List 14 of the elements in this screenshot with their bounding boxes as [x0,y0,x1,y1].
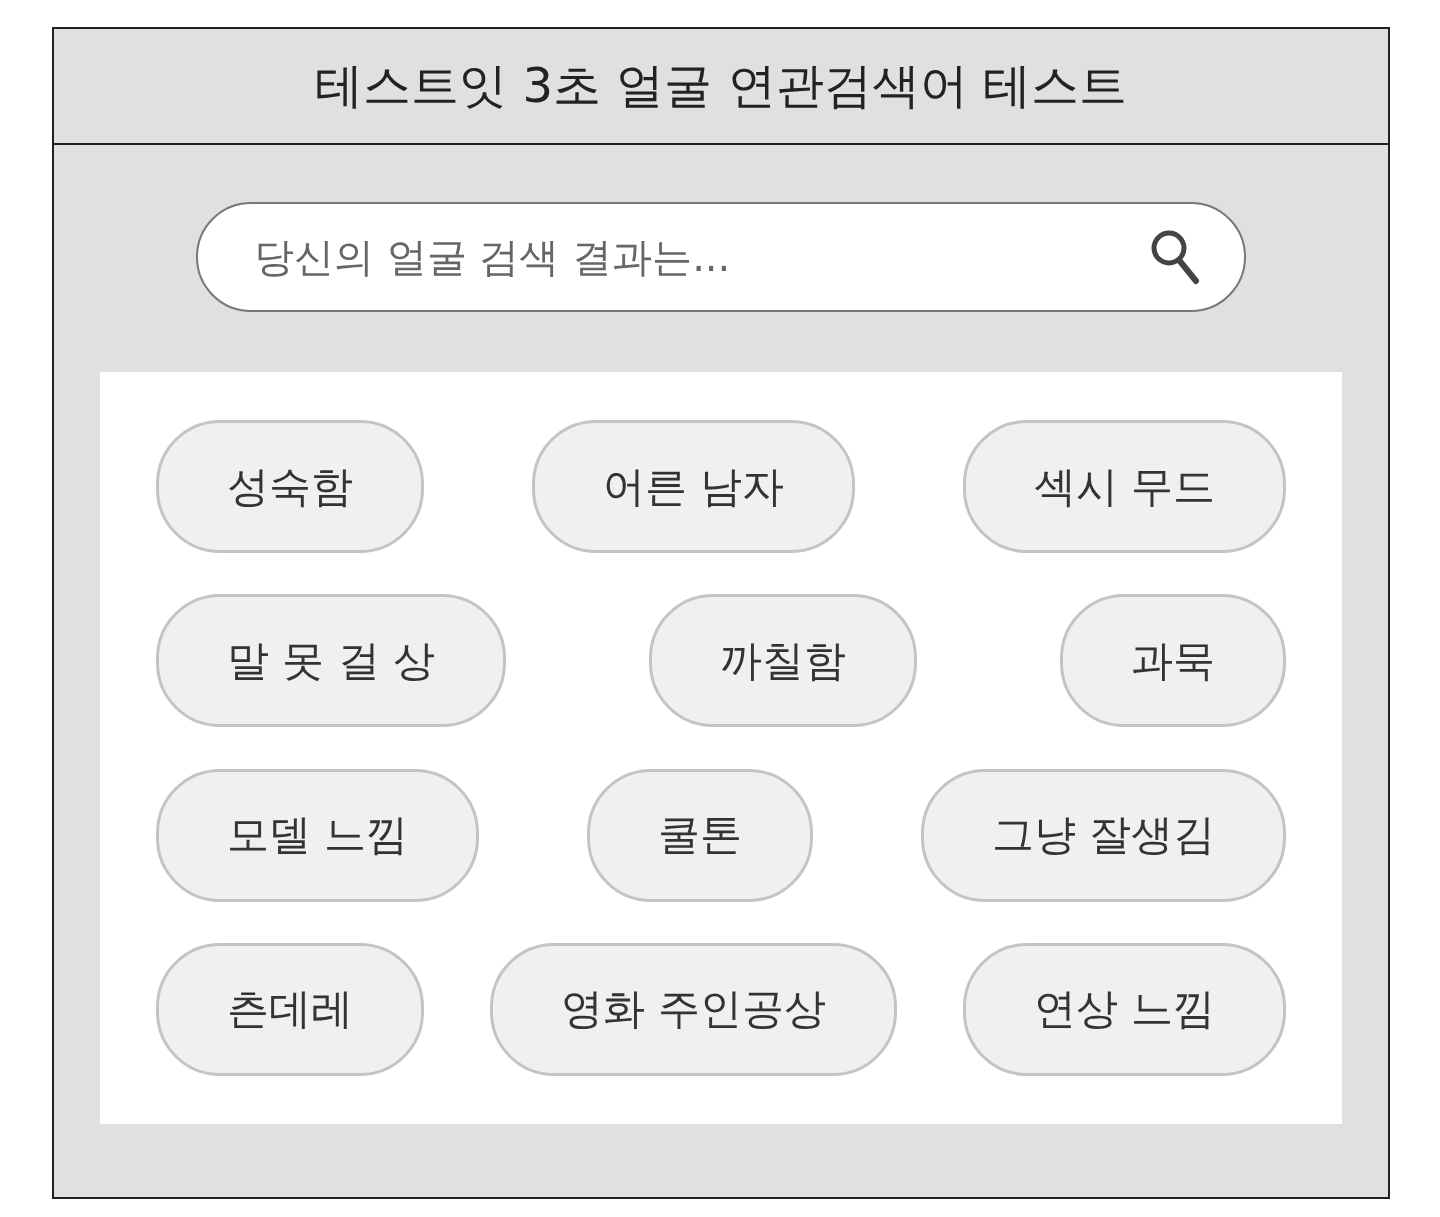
tag-chip[interactable]: 츤데레 [156,943,424,1076]
tag-chip[interactable]: 어른 남자 [531,420,855,553]
tag-chip[interactable]: 까칠함 [649,594,918,728]
tag-chip[interactable]: 말 못 걸 상 [156,594,507,728]
tag-chip[interactable]: 과묵 [1060,594,1286,728]
tag-chip[interactable]: 쿨톤 [587,768,813,902]
tag-chip[interactable]: 성숙함 [156,420,424,553]
window-title: 테스트잇 3초 얼굴 연관검색어 테스트 [315,56,1127,115]
tag-chip[interactable]: 연상 느낌 [962,943,1286,1076]
tag-chip[interactable]: 영화 주인공상 [489,943,897,1076]
tag-chip[interactable]: 섹시 무드 [962,420,1286,553]
search-field[interactable]: 당신의 얼굴 검색 결과는... [196,202,1246,312]
tag-chip[interactable]: 모델 느낌 [156,768,480,902]
tag-chip[interactable]: 그냥 잘생김 [920,768,1286,902]
